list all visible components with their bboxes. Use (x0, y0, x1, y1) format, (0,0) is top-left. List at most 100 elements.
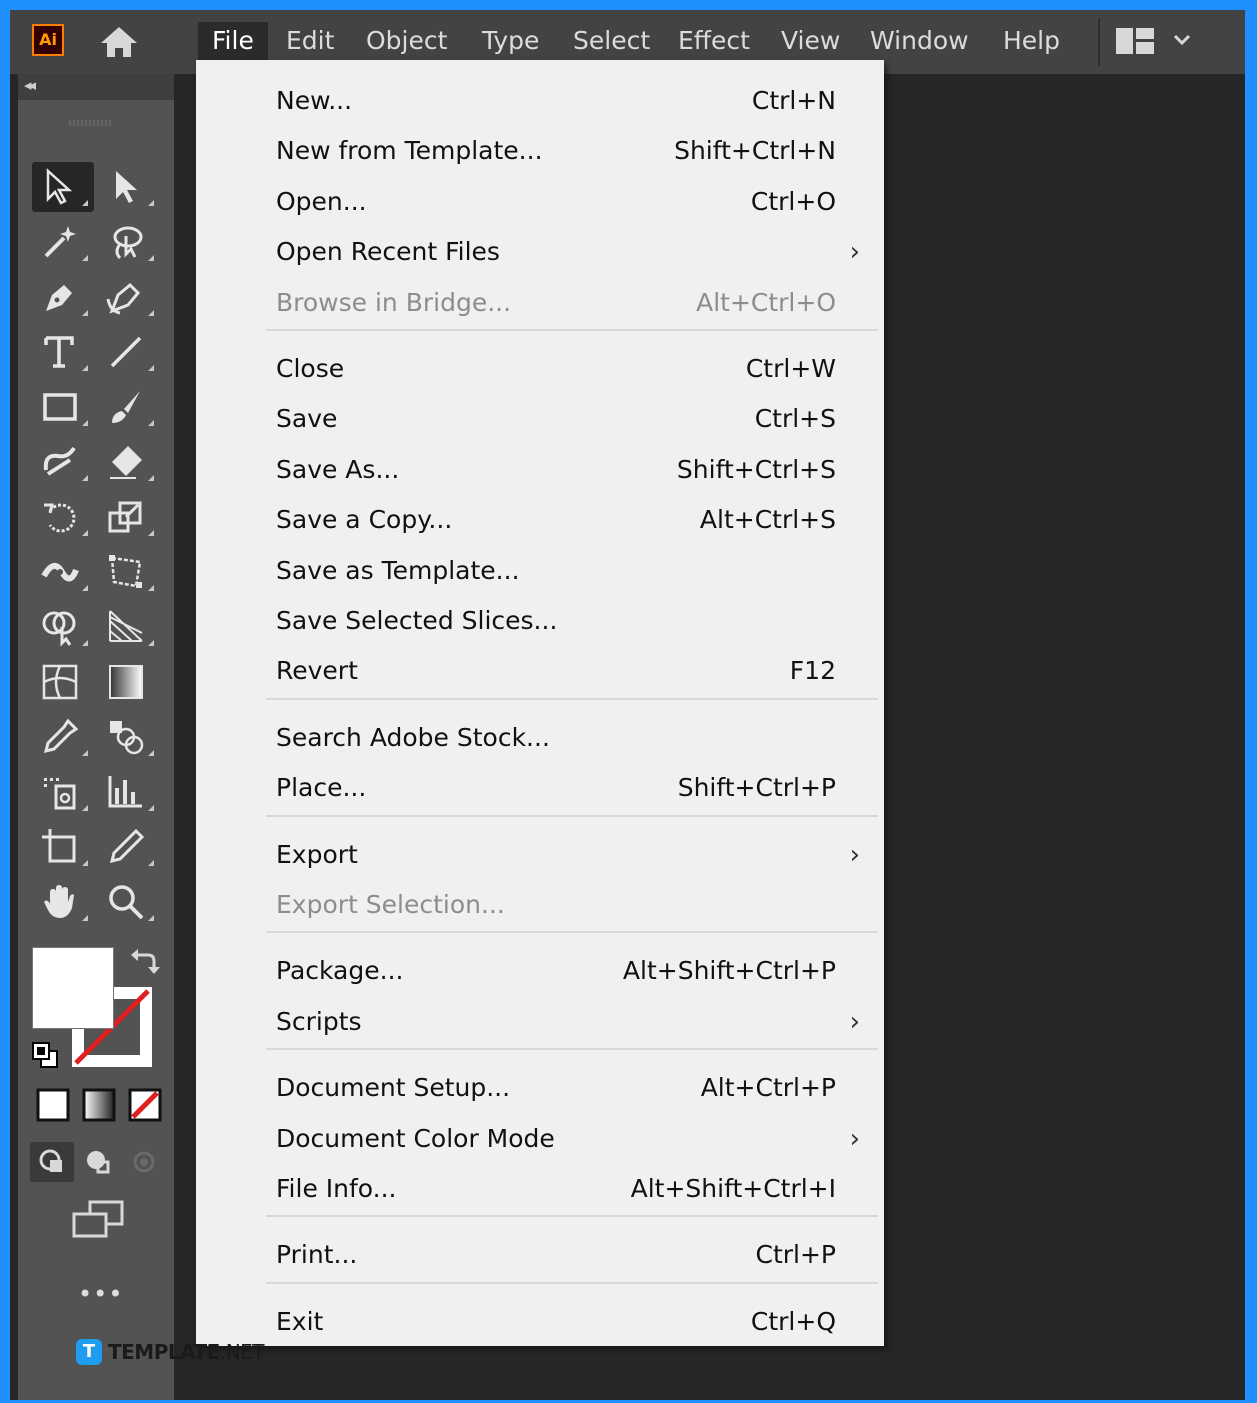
menu-item-package[interactable]: Package... Alt+Shift+Ctrl+P (196, 946, 884, 996)
hand-tool-button[interactable] (32, 877, 94, 927)
tool-group-indicator (148, 750, 154, 756)
mesh-tool-icon (42, 664, 78, 700)
menu-item-save[interactable]: Save Ctrl+S (196, 394, 884, 444)
menu-item-open[interactable]: Open... Ctrl+O (196, 177, 884, 227)
menu-type[interactable]: Type (468, 22, 553, 60)
menu-item-label: Place... (276, 773, 367, 803)
menu-item-revert[interactable]: Revert F12 (196, 646, 884, 696)
menu-item-new-from-template[interactable]: New from Template... Shift+Ctrl+N (196, 126, 884, 176)
tool-group-indicator (148, 860, 154, 866)
blend-tool-button[interactable] (98, 712, 160, 762)
swap-fill-stroke-icon[interactable] (128, 947, 160, 977)
menu-item-open-recent-files[interactable]: Open Recent Files › (196, 227, 884, 277)
menu-item-export[interactable]: Export › (196, 830, 884, 880)
menu-item-label: Save as Template... (276, 555, 520, 585)
menu-item-save-as[interactable]: Save As... Shift+Ctrl+S (196, 445, 884, 495)
direct-selection-tool-button[interactable] (98, 162, 160, 212)
column-graph-tool-button[interactable] (98, 767, 160, 817)
menu-item-save-as-template[interactable]: Save as Template... (196, 546, 884, 596)
menu-item-shortcut: Ctrl+Q (750, 1306, 836, 1336)
type-tool-button[interactable] (32, 327, 94, 377)
tool-group-indicator (82, 420, 88, 426)
zoom-tool-icon (109, 885, 144, 920)
eyedropper-tool-button[interactable] (32, 712, 94, 762)
slice-tool-button[interactable] (98, 822, 160, 872)
default-fill-stroke-icon[interactable] (30, 1040, 60, 1070)
width-tool-button[interactable] (32, 547, 94, 597)
menu-item-scripts[interactable]: Scripts › (196, 997, 884, 1047)
menu-item-label: Open... (276, 186, 367, 216)
eyedropper-tool-icon (43, 718, 79, 754)
draw-normal-button[interactable] (30, 1142, 74, 1182)
rotate-tool-button[interactable] (32, 492, 94, 542)
tool-group-indicator (82, 530, 88, 536)
menu-item-search-adobe-stock[interactable]: Search Adobe Stock... (196, 713, 884, 763)
artboard-tool-icon (42, 829, 76, 863)
direct-selection-tool-icon (116, 171, 137, 203)
shape-builder-tool-icon (42, 611, 76, 647)
menu-help[interactable]: Help (989, 22, 1074, 60)
menu-item-file-info[interactable]: File Info... Alt+Shift+Ctrl+I (196, 1164, 884, 1214)
menu-item-print[interactable]: Print... Ctrl+P (196, 1230, 884, 1280)
menu-file[interactable]: File (198, 22, 268, 60)
chevron-down-icon[interactable] (1170, 30, 1194, 50)
line-segment-tool-button[interactable] (98, 327, 160, 377)
menu-item-save-selected-slices[interactable]: Save Selected Slices... (196, 596, 884, 646)
tool-group-indicator (82, 805, 88, 811)
toolbar-collapse-bar[interactable]: ◂◂ (18, 74, 174, 100)
magic-wand-tool-button[interactable] (32, 217, 94, 267)
gradient-tool-button[interactable] (98, 657, 160, 707)
menu-object[interactable]: Object (352, 22, 461, 60)
draw-inside-button[interactable] (122, 1142, 166, 1182)
fill-color-swatch[interactable] (32, 947, 114, 1029)
color-mode-icon[interactable] (36, 1088, 70, 1122)
gradient-mode-icon[interactable] (82, 1088, 116, 1122)
lasso-tool-button[interactable] (98, 217, 160, 267)
eraser-tool-button[interactable] (98, 437, 160, 487)
menu-item-save-a-copy[interactable]: Save a Copy... Alt+Ctrl+S (196, 495, 884, 545)
menu-item-exit[interactable]: Exit Ctrl+Q (196, 1297, 884, 1347)
tool-group-indicator (148, 310, 154, 316)
mesh-tool-button[interactable] (32, 657, 94, 707)
menu-item-label: New from Template... (276, 136, 543, 166)
paintbrush-tool-button[interactable] (98, 382, 160, 432)
menu-effect[interactable]: Effect (664, 22, 764, 60)
tool-group-indicator (82, 750, 88, 756)
menu-edit[interactable]: Edit (272, 22, 348, 60)
none-mode-icon[interactable] (128, 1088, 162, 1122)
menu-item-place[interactable]: Place... Shift+Ctrl+P (196, 763, 884, 813)
shape-builder-tool-button[interactable] (32, 602, 94, 652)
artboard-tool-button[interactable] (32, 822, 94, 872)
magic-wand-tool-icon (44, 226, 76, 258)
scale-tool-button[interactable] (98, 492, 160, 542)
menu-window[interactable]: Window (856, 22, 983, 60)
symbol-sprayer-tool-button[interactable] (32, 767, 94, 817)
draw-behind-button[interactable] (76, 1142, 120, 1182)
template-net-logo-icon: T (76, 1339, 102, 1365)
toolbar-grip-icon[interactable] (66, 118, 114, 128)
tool-group-indicator (148, 805, 154, 811)
edit-toolbar-more-icon[interactable]: ••• (78, 1274, 122, 1314)
menu-select[interactable]: Select (559, 22, 664, 60)
selection-tool-button[interactable] (32, 162, 94, 212)
pen-tool-button[interactable] (32, 272, 94, 322)
menu-item-close[interactable]: Close Ctrl+W (196, 344, 884, 394)
home-icon[interactable] (98, 24, 140, 60)
menu-view[interactable]: View (767, 22, 854, 60)
free-transform-tool-button[interactable] (98, 547, 160, 597)
collapse-arrows-icon[interactable]: ◂◂ (24, 76, 36, 94)
shaper-tool-button[interactable] (32, 437, 94, 487)
zoom-tool-button[interactable] (98, 877, 160, 927)
slice-tool-icon (109, 828, 145, 864)
rectangle-tool-button[interactable] (32, 382, 94, 432)
illustrator-window: Ai File Edit Object Type Select Effect View Win… (10, 10, 1245, 1400)
curvature-tool-button[interactable] (98, 272, 160, 322)
menu-item-label: Close (276, 354, 345, 383)
menu-item-document-color-mode[interactable]: Document Color Mode › (196, 1114, 884, 1164)
change-screen-mode-icon[interactable] (70, 1198, 126, 1242)
workspace-switcher-icon[interactable] (1114, 26, 1156, 56)
perspective-grid-tool-button[interactable] (98, 602, 160, 652)
menu-separator (266, 1048, 878, 1051)
menu-item-document-setup[interactable]: Document Setup... Alt+Ctrl+P (196, 1063, 884, 1113)
menu-item-new[interactable]: New... Ctrl+N (196, 76, 884, 126)
